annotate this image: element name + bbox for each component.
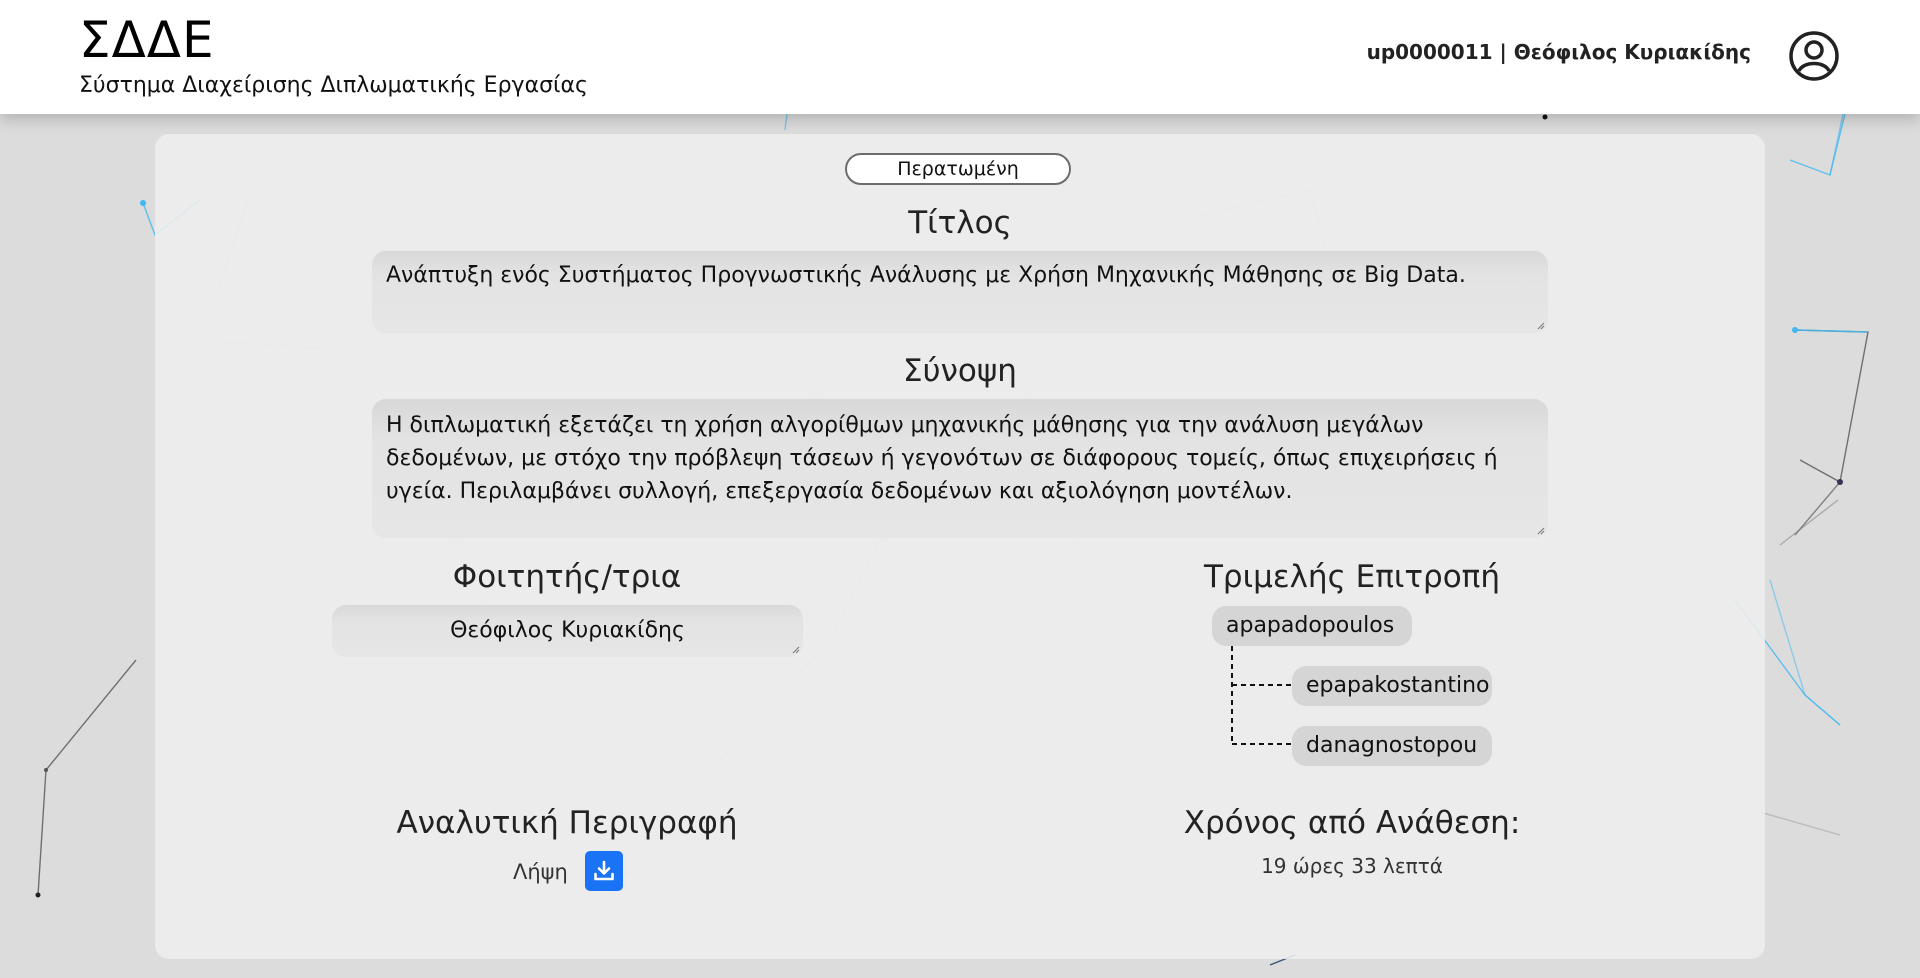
- committee-tree-connector: [1231, 646, 1292, 745]
- description-heading: Αναλυτική Περιγραφή: [396, 805, 738, 841]
- resize-handle-icon[interactable]: [792, 646, 800, 654]
- summary-value: Η διπλωματική εξετάζει τη χρήση αλγορίθμ…: [386, 413, 1498, 504]
- download-button[interactable]: [585, 851, 623, 891]
- status-badge: Περατωμένη: [845, 153, 1071, 185]
- user-label: up0000011 | Θεόφιλος Κυριακίδης: [1366, 40, 1751, 64]
- student-value: Θεόφιλος Κυριακίδης: [450, 618, 685, 643]
- title-field[interactable]: Ανάπτυξη ενός Συστήματος Προγνωστικής Αν…: [372, 251, 1548, 333]
- app-subtitle: Σύστημα Διαχείρισης Διπλωματικής Εργασία…: [79, 73, 588, 98]
- download-label: Λήψη: [513, 860, 568, 884]
- elapsed-value: 19 ώρες 33 λεπτά: [1261, 854, 1443, 878]
- user-circle-icon[interactable]: [1788, 30, 1840, 82]
- title-value: Ανάπτυξη ενός Συστήματος Προγνωστικής Αν…: [386, 263, 1466, 288]
- app-name: ΣΔΔΕ: [79, 11, 215, 69]
- elapsed-heading: Χρόνος από Ανάθεση:: [1183, 805, 1521, 841]
- student-field[interactable]: Θεόφιλος Κυριακίδης: [332, 605, 803, 657]
- download-icon: [594, 860, 614, 881]
- student-heading: Φοιτητής/τρια: [452, 559, 682, 595]
- committee-supervisor: apapadopoulos: [1212, 606, 1412, 646]
- resize-handle-icon[interactable]: [1537, 322, 1545, 330]
- committee-member: danagnostopou: [1292, 726, 1492, 766]
- app-header: ΣΔΔΕ Σύστημα Διαχείρισης Διπλωματικής Ερ…: [0, 0, 1920, 114]
- title-heading: Τίτλος: [908, 205, 1012, 241]
- summary-field[interactable]: Η διπλωματική εξετάζει τη χρήση αλγορίθμ…: [372, 399, 1548, 538]
- committee-heading: Τριμελής Επιτροπή: [1204, 559, 1500, 595]
- brand: ΣΔΔΕ Σύστημα Διαχείρισης Διπλωματικής Ερ…: [79, 10, 588, 100]
- summary-heading: Σύνοψη: [903, 353, 1017, 389]
- resize-handle-icon[interactable]: [1537, 527, 1545, 535]
- committee-member: epapakostantino: [1292, 666, 1492, 706]
